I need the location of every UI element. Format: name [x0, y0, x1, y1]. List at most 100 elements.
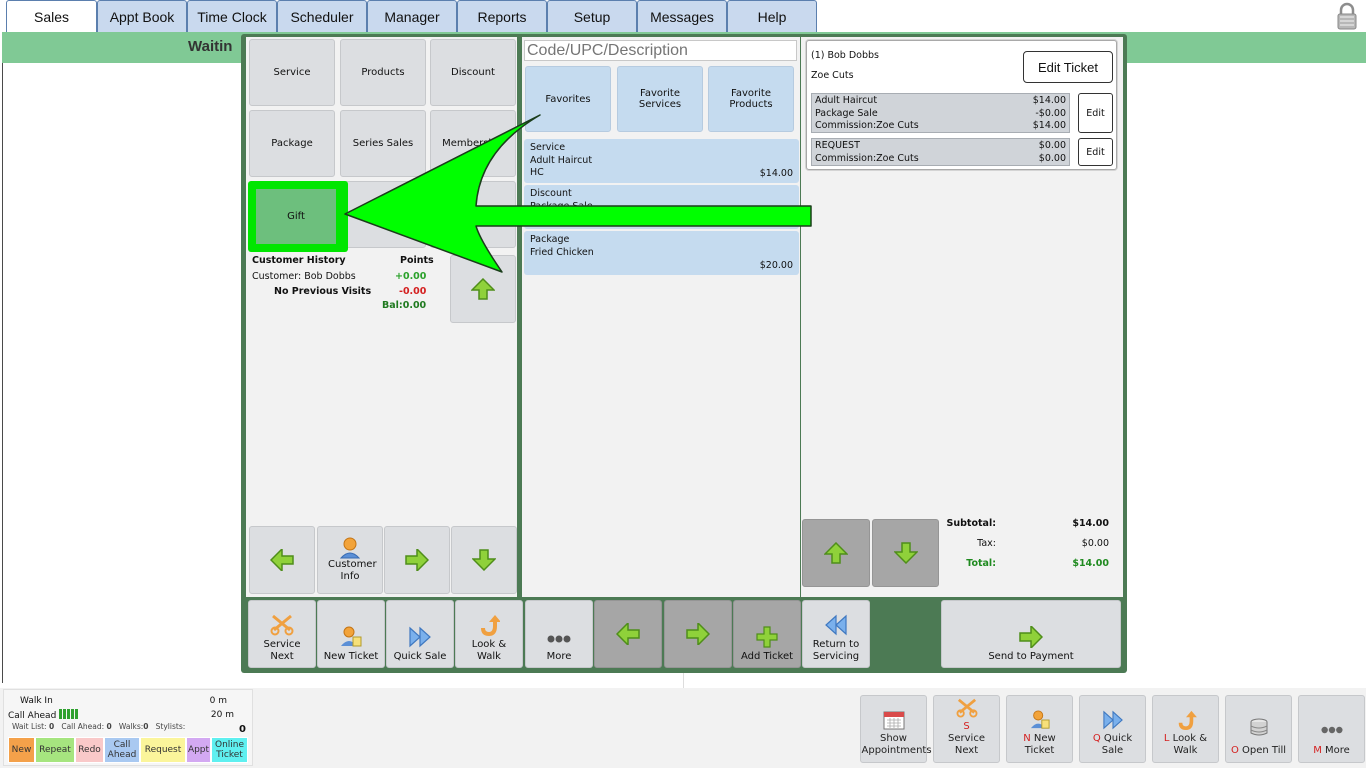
add-ticket-button[interactable]: Add Ticket	[733, 600, 801, 668]
service-next-label: Service Next	[263, 639, 301, 662]
tab-reports[interactable]: Reports	[457, 0, 547, 32]
service-category-button[interactable]: Service	[249, 39, 335, 106]
item-name: Package Sale	[530, 200, 593, 212]
next-button[interactable]	[384, 526, 450, 594]
legend-appt[interactable]: Appt	[186, 737, 211, 763]
more-dots-icon	[1320, 726, 1343, 734]
ticket-line[interactable]: Adult Haircut $14.00 Package Sale -$0.00 C…	[811, 93, 1070, 133]
quick-quick-sale-button[interactable]: Q Quick Sale	[1079, 695, 1146, 763]
ticket-scroll-up-button[interactable]	[802, 519, 870, 587]
line-value: $14.00	[1032, 95, 1066, 106]
new-ticket-button[interactable]: New Ticket	[317, 600, 385, 668]
item-code: HC	[530, 167, 544, 178]
legend-new[interactable]: New	[8, 737, 35, 763]
return-to-servicing-label: Return to Servicing	[812, 639, 860, 662]
list-item[interactable]: Discount Package Sale	[524, 185, 799, 229]
quick-service-next-button[interactable]: S Service Next	[933, 695, 1000, 763]
ticket-scroll-down-button[interactable]	[872, 519, 939, 587]
legend-online-ticket[interactable]: Online Ticket	[211, 737, 248, 763]
list-item[interactable]: Service Adult Haircut HC $14.00	[524, 139, 799, 183]
arrow-right-icon	[686, 623, 710, 645]
favorite-services-button[interactable]: Favorite Services	[617, 66, 703, 132]
points-minus: -0.00	[399, 286, 427, 297]
tab-appt-book[interactable]: Appt Book	[97, 0, 187, 32]
quick-quick-sale-label: Q Quick Sale	[1093, 733, 1133, 757]
previous-button[interactable]	[249, 526, 315, 594]
tab-setup[interactable]: Setup	[547, 0, 637, 32]
line-label: Commission:Zoe Cuts	[815, 152, 919, 164]
legend-redo[interactable]: Redo	[75, 737, 104, 763]
show-appointments-button[interactable]: Show Appointments	[860, 695, 932, 763]
lock-icon[interactable]	[1336, 2, 1358, 30]
legend-call-ahead[interactable]: Call Ahead	[104, 737, 140, 763]
tab-manager[interactable]: Manager	[367, 0, 457, 32]
label-text: More	[1325, 745, 1350, 756]
item-name: Adult Haircut	[530, 154, 593, 166]
series-sales-category-button[interactable]: Series Sales	[340, 110, 426, 177]
quick-more-button[interactable]: M More	[1298, 695, 1365, 763]
open-till-button[interactable]: O Open Till	[1225, 695, 1292, 763]
send-to-payment-button[interactable]: Send to Payment	[941, 600, 1121, 668]
ticket-line-row: Package Sale -$0.00	[815, 108, 1066, 121]
tab-help[interactable]: Help	[727, 0, 817, 32]
ticket-line[interactable]: REQUEST $0.00 Commission:Zoe Cuts $0.00	[811, 138, 1070, 166]
scroll-down-button[interactable]	[451, 526, 517, 594]
search-input[interactable]	[524, 40, 797, 61]
next-ticket-button[interactable]	[664, 600, 732, 668]
subtotal-value: $14.00	[1072, 518, 1109, 529]
tab-time-clock[interactable]: Time Clock	[187, 0, 277, 32]
favorite-products-button[interactable]: Favorite Products	[708, 66, 794, 132]
edit-line-button[interactable]: Edit	[1078, 93, 1113, 133]
favorites-button[interactable]: Favorites	[525, 66, 611, 132]
customer-name: Customer: Bob Dobbs	[252, 271, 356, 282]
points-balance: Bal:0.00	[382, 300, 426, 311]
previous-ticket-button[interactable]	[594, 600, 662, 668]
call-ahead-row: Call Ahead	[8, 709, 79, 722]
wait-list-label: Wait List:	[12, 722, 47, 731]
gift-category-button[interactable]: Gift	[256, 189, 336, 244]
package-category-button[interactable]: Package	[249, 110, 335, 177]
membership-category-button[interactable]: Membership	[430, 110, 516, 177]
service-next-button[interactable]: Service Next	[248, 600, 316, 668]
customer-history-title: Customer History	[252, 255, 346, 266]
arrow-up-icon	[471, 278, 495, 300]
send-to-payment-label: Send to Payment	[988, 651, 1074, 662]
legend-repeat[interactable]: Repeat	[35, 737, 75, 763]
list-item[interactable]: Package Fried Chicken $20.00	[524, 231, 799, 275]
scroll-up-button[interactable]	[450, 255, 516, 323]
quick-new-ticket-button[interactable]: N New Ticket	[1006, 695, 1073, 763]
category-panel: Service Products Discount Package Series…	[246, 37, 517, 597]
partially-hidden-category-button[interactable]: P	[340, 181, 426, 248]
edit-line-button[interactable]: Edit	[1078, 138, 1113, 166]
line-label: Package Sale	[815, 107, 878, 119]
stylists-count: 0	[239, 724, 246, 735]
look-walk-button[interactable]: Look & Walk	[455, 600, 523, 668]
u-turn-icon	[481, 615, 500, 636]
ticket-details: (1) Bob Dobbs Zoe Cuts Edit Ticket Adult…	[806, 40, 1117, 170]
line-value: -$0.00	[1035, 107, 1066, 119]
quick-new-ticket-label: N New Ticket	[1020, 733, 1060, 757]
hotkey: S	[963, 721, 970, 732]
tab-messages[interactable]: Messages	[637, 0, 727, 32]
tab-sales[interactable]: Sales	[6, 0, 97, 32]
quick-sale-button[interactable]: Quick Sale	[386, 600, 454, 668]
hotkey: M	[1313, 745, 1322, 756]
tab-scheduler[interactable]: Scheduler	[277, 0, 367, 32]
subtotal-label: Subtotal:	[946, 518, 996, 529]
ticket-customer: (1) Bob Dobbs	[811, 50, 879, 61]
points-plus: +0.00	[395, 271, 427, 282]
discount-category-button[interactable]: Discount	[430, 39, 516, 106]
return-to-servicing-button[interactable]: Return to Servicing	[802, 600, 870, 668]
edit-ticket-button[interactable]: Edit Ticket	[1023, 51, 1113, 83]
wait-stats: Wait List: 0 Call Ahead: 0 Walks:0 Styli…	[12, 722, 185, 731]
quick-look-walk-button[interactable]: L Look & Walk	[1152, 695, 1219, 763]
products-category-button[interactable]: Products	[340, 39, 426, 106]
arrow-right-icon	[405, 549, 429, 571]
more-label: More	[546, 651, 572, 662]
show-appointments-label: Show Appointments	[861, 733, 932, 756]
legend-request[interactable]: Request	[140, 737, 186, 763]
more-button[interactable]: More	[525, 600, 593, 668]
customer-info-button[interactable]: Customer Info	[317, 526, 383, 594]
total-value: $14.00	[1072, 558, 1109, 569]
hidden-category-button[interactable]	[430, 181, 516, 248]
